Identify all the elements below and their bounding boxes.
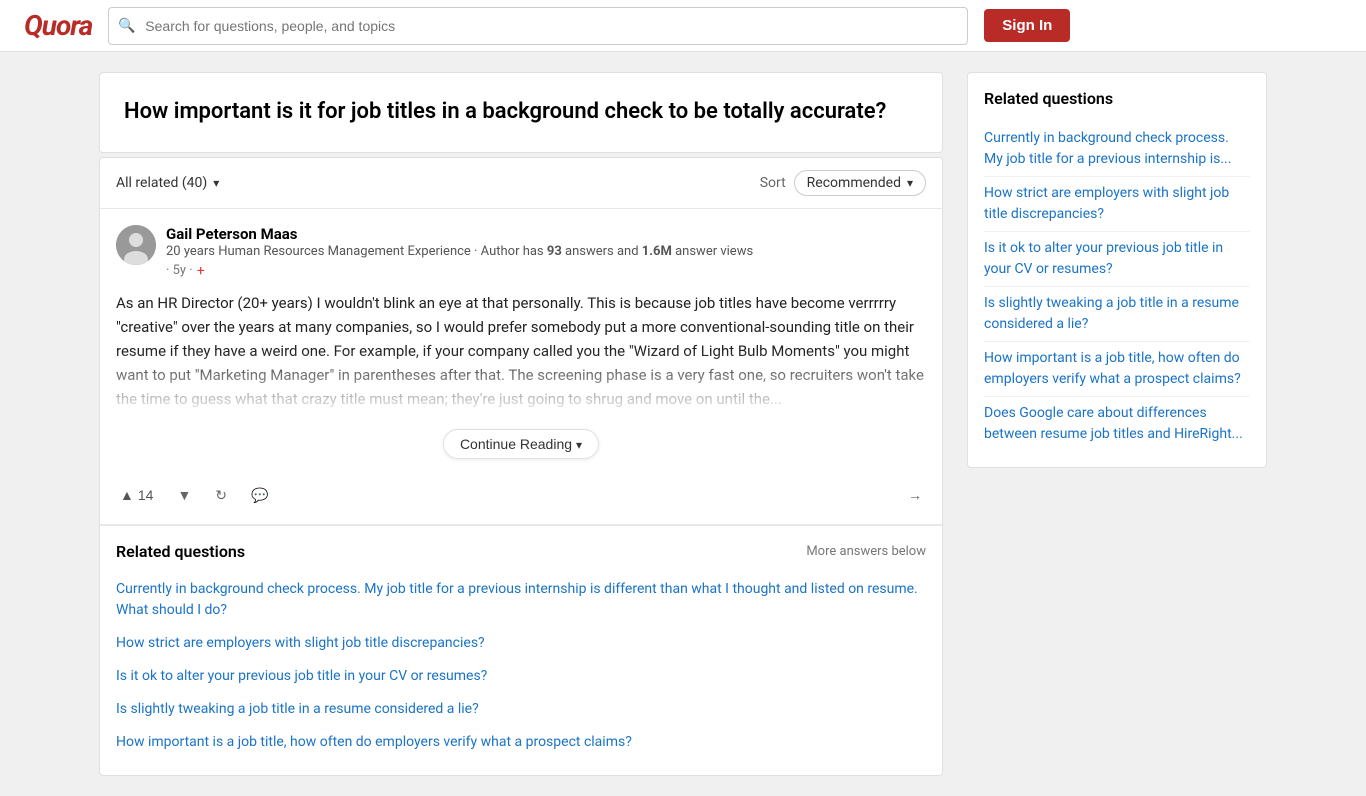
search-input[interactable] [108, 7, 968, 45]
plus-badge: + [197, 263, 205, 279]
inline-related-header: Related questions More answers below [116, 542, 926, 561]
inline-related-questions: Related questions More answers below Cur… [100, 525, 942, 775]
search-icon: 🔍 [118, 18, 135, 34]
upvote-icon: ▲ [120, 487, 134, 503]
vote-count: 14 [138, 487, 154, 503]
bio-views-count: 1.6M [642, 244, 672, 259]
inline-related-link-3[interactable]: Is it ok to alter your previous job titl… [116, 660, 926, 693]
bio-prefix: 20 years Human Resources Management Expe… [166, 244, 547, 259]
bio-answers-count: 93 [547, 244, 562, 259]
reshare-button[interactable]: ↻ [211, 483, 231, 508]
downvote-button[interactable]: ▼ [173, 483, 195, 507]
avatar [116, 225, 156, 265]
filter-chevron-icon [213, 175, 219, 191]
all-related-label: All related (40) [116, 175, 207, 191]
continue-reading-label: Continue Reading [460, 436, 572, 452]
sort-value: Recommended [807, 175, 901, 191]
author-bio: 20 years Human Resources Management Expe… [166, 243, 926, 261]
answers-header: All related (40) Sort Recommended [100, 158, 942, 209]
answer-text: As an HR Director (20+ years) I wouldn't… [116, 291, 926, 411]
right-sidebar: Related questions Currently in backgroun… [967, 72, 1267, 776]
comment-button[interactable]: 💬 [247, 483, 272, 508]
quora-logo[interactable]: Quora [24, 9, 92, 42]
question-title: How important is it for job titles in a … [124, 97, 918, 128]
author-name[interactable]: Gail Peterson Maas [166, 225, 926, 243]
upvote-button[interactable]: ▲ 14 [116, 483, 157, 507]
inline-related-title: Related questions [116, 542, 245, 561]
sidebar-link-3[interactable]: Is it ok to alter your previous job titl… [984, 232, 1250, 287]
continue-reading-chevron-icon [576, 436, 582, 452]
answer-actions: ▲ 14 ▼ ↻ 💬 → [116, 475, 926, 508]
downvote-icon: ▼ [177, 487, 191, 503]
sidebar-card: Related questions Currently in backgroun… [967, 72, 1267, 468]
sort-label: Sort [760, 175, 786, 191]
bio-suffix: answer views [672, 244, 753, 259]
author-info: Gail Peterson Maas 20 years Human Resour… [166, 225, 926, 279]
author-meta: · 5y · + [166, 263, 926, 279]
comment-icon: 💬 [251, 487, 268, 504]
sidebar-title: Related questions [984, 89, 1250, 108]
question-card: How important is it for job titles in a … [99, 72, 943, 153]
bio-mid: answers and [562, 244, 642, 259]
main-layout: How important is it for job titles in a … [83, 52, 1283, 796]
all-related-filter[interactable]: All related (40) [116, 175, 219, 191]
sort-chevron-icon [907, 175, 913, 191]
inline-related-link-1[interactable]: Currently in background check process. M… [116, 573, 926, 627]
answers-section: All related (40) Sort Recommended [99, 157, 943, 776]
sidebar-link-4[interactable]: Is slightly tweaking a job title in a re… [984, 287, 1250, 342]
more-answers-label: More answers below [806, 544, 926, 559]
sort-dropdown[interactable]: Recommended [794, 170, 926, 196]
continue-reading-button[interactable]: Continue Reading [443, 429, 599, 459]
sidebar-link-5[interactable]: How important is a job title, how often … [984, 342, 1250, 397]
search-container: 🔍 [108, 7, 968, 45]
share-button[interactable]: → [904, 483, 926, 507]
sidebar-link-6[interactable]: Does Google care about differences betwe… [984, 397, 1250, 451]
left-content: How important is it for job titles in a … [99, 72, 943, 776]
sidebar-link-1[interactable]: Currently in background check process. M… [984, 122, 1250, 177]
sign-in-button[interactable]: Sign In [984, 9, 1070, 42]
author-row: Gail Peterson Maas 20 years Human Resour… [116, 225, 926, 279]
answer-text-wrapper: As an HR Director (20+ years) I wouldn't… [116, 291, 926, 411]
sort-container: Sort Recommended [760, 170, 926, 196]
author-time: · 5y · [166, 263, 193, 278]
sidebar-link-2[interactable]: How strict are employers with slight job… [984, 177, 1250, 232]
inline-related-link-5[interactable]: How important is a job title, how often … [116, 726, 926, 759]
share-icon: → [908, 487, 922, 503]
inline-related-link-4[interactable]: Is slightly tweaking a job title in a re… [116, 693, 926, 726]
header: Quora 🔍 Sign In [0, 0, 1366, 52]
inline-related-link-2[interactable]: How strict are employers with slight job… [116, 627, 926, 660]
reshare-icon: ↻ [215, 487, 227, 504]
answer-item: Gail Peterson Maas 20 years Human Resour… [100, 209, 942, 525]
